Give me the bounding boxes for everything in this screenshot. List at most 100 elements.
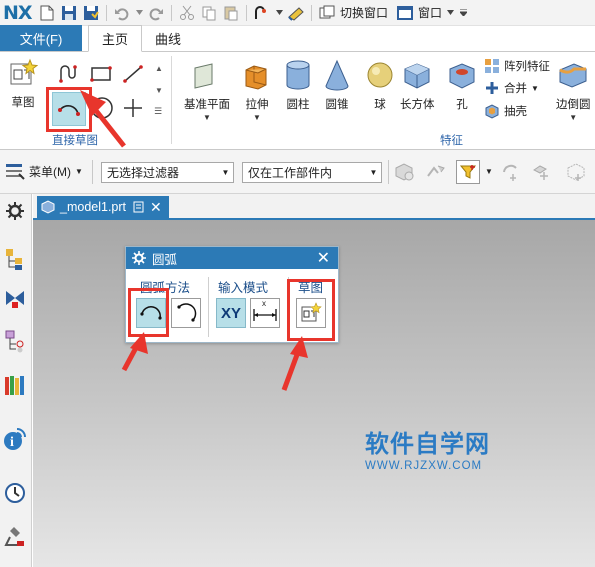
arc-dialog-title: 圆弧: [152, 252, 178, 267]
chevron-down-icon[interactable]: ▼: [485, 167, 493, 176]
unite-button[interactable]: 合并 ▼: [484, 80, 539, 96]
sketch-button[interactable]: 草图: [6, 56, 40, 110]
selection-scope-value: 仅在工作部件内: [248, 166, 333, 180]
select-feature-icon[interactable]: [424, 162, 448, 182]
highlight-box-dialog-sketch: [287, 279, 335, 341]
gear-icon[interactable]: [2, 198, 28, 224]
info-icon[interactable]: i: [2, 426, 28, 452]
datum-plane-button[interactable]: 基准平面 ▼: [184, 58, 230, 122]
chevron-down-icon: ▼: [369, 168, 378, 177]
switch-window-icon[interactable]: [318, 4, 336, 22]
command-finder-icon[interactable]: [253, 4, 271, 22]
shell-button[interactable]: 抽壳: [484, 103, 527, 119]
quick-pick-icon[interactable]: [532, 162, 554, 182]
separator: [171, 4, 172, 21]
save-all-icon[interactable]: [82, 4, 100, 22]
constraint-navigator-icon[interactable]: [2, 286, 28, 312]
component-snap-icon[interactable]: [564, 162, 588, 182]
hole-button[interactable]: 孔: [445, 58, 479, 112]
edge-blend-label: 边倒圆: [556, 99, 591, 111]
cut-icon[interactable]: [178, 4, 196, 22]
svg-text:i: i: [10, 435, 14, 450]
gallery-scroll-down-icon[interactable]: ▼: [155, 86, 163, 95]
separator: [171, 56, 172, 144]
new-file-icon[interactable]: [38, 4, 56, 22]
hole-label: 孔: [456, 99, 468, 111]
tab-curve[interactable]: 曲线: [142, 25, 194, 51]
separator: [311, 4, 312, 21]
document-tab[interactable]: _model1.prt ✕: [37, 196, 169, 218]
chevron-down-icon: ▼: [75, 166, 83, 176]
snap-point-icon[interactable]: [500, 162, 522, 182]
edge-blend-icon: [556, 58, 590, 92]
document-tab-name: _model1.prt: [60, 200, 127, 214]
redo-icon[interactable]: [147, 4, 165, 22]
center-endpoint-arc-button[interactable]: [171, 298, 201, 328]
process-studio-icon[interactable]: [2, 524, 28, 550]
chevron-down-icon: ▼: [221, 168, 230, 177]
chevron-down-icon[interactable]: [446, 4, 454, 22]
separator: [246, 4, 247, 21]
type-filter-dropdown[interactable]: 无选择过滤器 ▼: [101, 162, 234, 183]
gallery-scroll-up-icon[interactable]: ▲: [155, 64, 163, 73]
history-clock-icon[interactable]: [2, 480, 28, 506]
rectangle-icon: [90, 66, 112, 82]
coordinate-mode-button[interactable]: XY: [216, 298, 246, 328]
reuse-library-icon[interactable]: [2, 372, 28, 398]
pointer-arrow-dialog-sketch: [281, 336, 308, 391]
block-button[interactable]: 长方体: [400, 58, 435, 112]
save-icon[interactable]: [60, 4, 78, 22]
extrude-label: 拉伸: [245, 99, 269, 111]
tab-home[interactable]: 主页: [88, 25, 143, 52]
copy-icon[interactable]: [200, 4, 218, 22]
shell-label: 抽壳: [504, 106, 527, 118]
separator: [92, 160, 93, 184]
window-menu-label[interactable]: 窗口: [418, 4, 442, 21]
document-tab-bar: _model1.prt ✕: [33, 194, 595, 220]
pattern-feature-label: 阵列特征: [504, 61, 550, 73]
center-endpoint-arc-icon: [177, 303, 197, 322]
document-tab-options-icon[interactable]: [133, 201, 144, 213]
block-icon: [400, 58, 434, 92]
input-mode-label: 输入模式: [218, 281, 269, 295]
pointer-arrow-three-point-arc: [121, 332, 148, 372]
chevron-down-icon[interactable]: [135, 4, 143, 22]
customize-qat-icon[interactable]: [458, 4, 468, 22]
edge-blend-button[interactable]: 边倒圆 ▼: [556, 58, 591, 122]
window-icon[interactable]: [396, 4, 414, 22]
menu-icon: [5, 162, 25, 180]
tab-file[interactable]: 文件(F): [0, 25, 82, 51]
selection-scope-dropdown[interactable]: 仅在工作部件内 ▼: [242, 162, 382, 183]
chevron-down-icon[interactable]: ▼: [569, 113, 577, 122]
gallery-more-icon[interactable]: ☰: [154, 106, 162, 117]
general-selection-intent-icon[interactable]: [394, 162, 416, 182]
sphere-label: 球: [374, 99, 386, 111]
filter-funnel-icon[interactable]: [456, 160, 480, 184]
sphere-icon: [363, 58, 397, 92]
arc-dialog-titlebar[interactable]: 圆弧 ✕: [126, 247, 338, 269]
chevron-down-icon[interactable]: ▼: [203, 113, 211, 122]
close-icon[interactable]: ✕: [150, 199, 162, 216]
part-navigator-icon[interactable]: [2, 328, 28, 354]
extrude-button[interactable]: 拉伸 ▼: [240, 58, 274, 122]
close-icon[interactable]: ✕: [317, 248, 330, 268]
separator: [388, 160, 389, 184]
cylinder-button[interactable]: 圆柱: [281, 58, 315, 112]
assembly-navigator-icon[interactable]: [2, 246, 28, 272]
cone-button[interactable]: 圆锥: [320, 58, 354, 112]
undo-icon[interactable]: [113, 4, 131, 22]
chevron-down-icon[interactable]: [275, 4, 283, 22]
sphere-button[interactable]: 球: [363, 58, 397, 112]
part-file-icon: [41, 200, 55, 214]
paste-icon[interactable]: [222, 4, 240, 22]
extrude-icon: [240, 58, 274, 92]
chevron-down-icon[interactable]: ▼: [531, 84, 539, 93]
menu-button[interactable]: 菜单(M) ▼: [5, 162, 83, 180]
chevron-down-icon[interactable]: ▼: [253, 113, 261, 122]
touch-mode-icon[interactable]: [287, 4, 305, 22]
gear-icon[interactable]: [132, 251, 146, 265]
switch-window-label[interactable]: 切换窗口: [340, 4, 388, 21]
pattern-feature-button[interactable]: 阵列特征: [484, 58, 550, 74]
nx-logo: NX: [3, 1, 33, 24]
parameter-mode-button[interactable]: x: [250, 298, 280, 328]
